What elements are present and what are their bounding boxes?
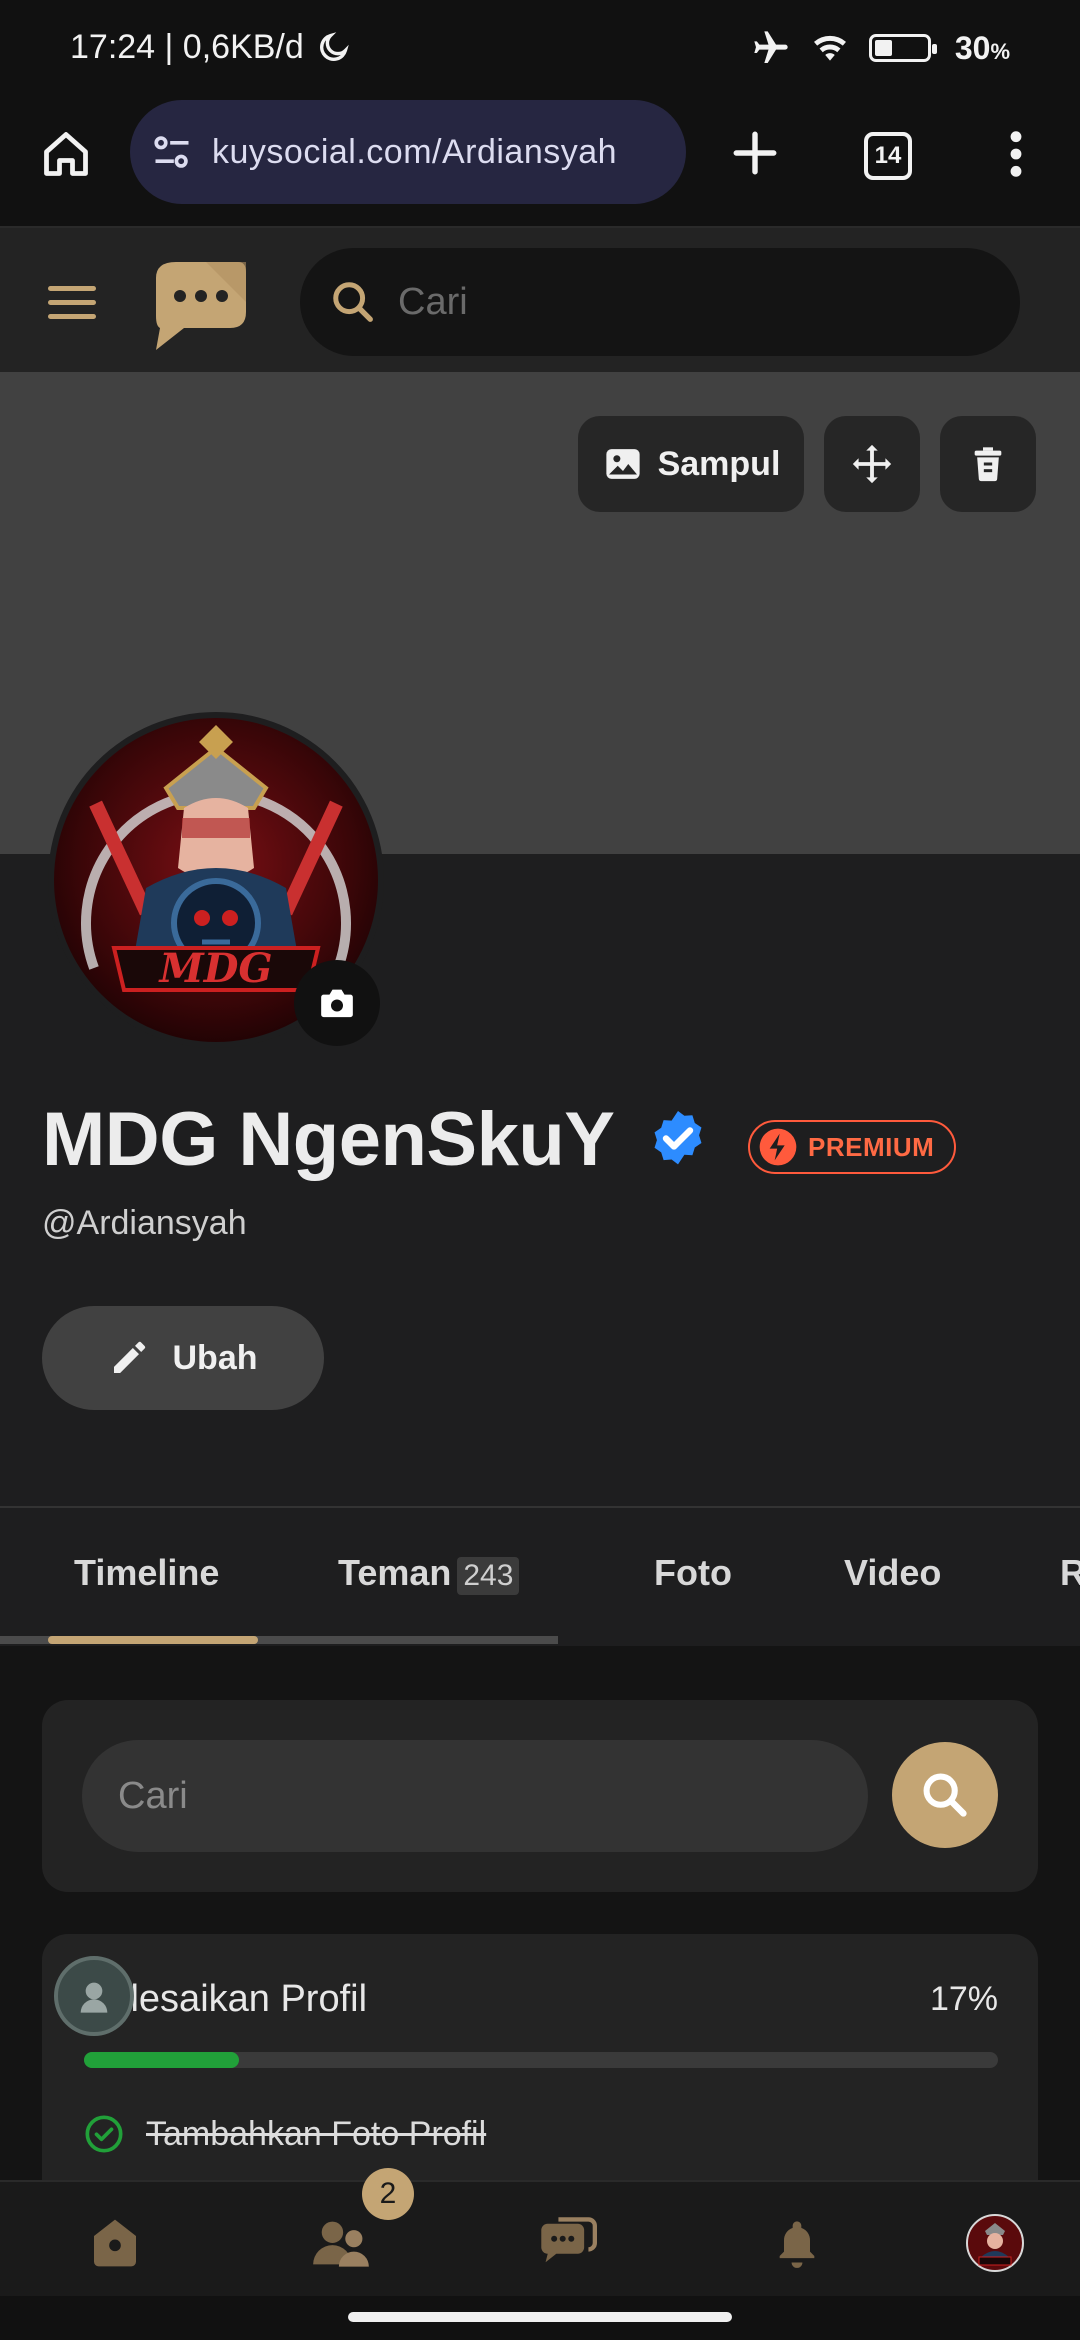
new-tab-icon[interactable] — [730, 128, 780, 178]
site-header: Cari — [0, 228, 1080, 372]
friends-notification-badge: 2 — [362, 2168, 414, 2220]
profile-name: MDG NgenSkuY — [42, 1096, 710, 1183]
friends-icon — [313, 2221, 369, 2267]
tab-timeline[interactable]: Timeline — [74, 1552, 219, 1594]
header-search[interactable]: Cari — [300, 248, 1020, 356]
search-icon — [923, 1773, 967, 1817]
move-icon — [852, 444, 892, 484]
status-icons: 30% — [751, 28, 1010, 68]
bottom-navigation — [0, 2180, 1080, 2296]
image-icon — [605, 449, 640, 479]
floating-chat-bubble[interactable] — [54, 1956, 134, 2036]
profile-tabs: Timeline Teman 243 Foto Video R — [0, 1506, 1080, 1646]
reposition-cover-button[interactable] — [824, 416, 920, 512]
home-icon[interactable] — [40, 128, 92, 180]
check-circle-icon — [85, 2115, 123, 2153]
tabs-button[interactable]: 14 — [864, 132, 912, 180]
airplane-icon — [754, 31, 788, 63]
change-avatar-button[interactable] — [294, 960, 380, 1046]
bell-icon — [779, 2221, 815, 2268]
profile-handle: @Ardiansyah — [42, 1204, 247, 1242]
tab-friends[interactable]: Teman 243 — [338, 1552, 520, 1595]
moon-icon — [320, 32, 350, 61]
status-bar: 17:24 | 0,6KB/d 30% — [0, 0, 1080, 100]
timeline-search-field[interactable]: Cari — [82, 1740, 868, 1852]
trash-icon — [974, 447, 1002, 482]
nav-notifications[interactable] — [762, 2208, 832, 2278]
camera-icon — [321, 989, 353, 1018]
messages-icon — [541, 2217, 597, 2263]
nav-profile[interactable] — [960, 2208, 1030, 2278]
url-bar[interactable]: kuysocial.com/Ardiansyah — [130, 100, 686, 204]
more-vert-icon[interactable] — [998, 128, 1034, 180]
tab-videos[interactable]: Video — [844, 1552, 941, 1594]
active-tab-indicator — [48, 1636, 258, 1644]
home-indicator[interactable] — [348, 2312, 732, 2322]
tab-photos[interactable]: Foto — [654, 1552, 732, 1594]
nav-home[interactable] — [80, 2208, 150, 2278]
menu-icon[interactable] — [48, 286, 96, 328]
bolt-icon — [759, 1128, 797, 1166]
nav-messages[interactable] — [532, 2208, 602, 2278]
timeline-search-button[interactable] — [892, 1742, 998, 1848]
delete-cover-button[interactable] — [940, 416, 1036, 512]
user-silhouette-icon — [80, 1982, 108, 2013]
search-icon — [333, 282, 373, 322]
change-cover-button[interactable]: Sampul — [578, 416, 804, 512]
task-add-profile-photo[interactable]: Tambahkan Foto Profil — [84, 2114, 486, 2154]
progress-fill — [84, 2052, 240, 2068]
timeline-search-input[interactable]: Cari — [118, 1775, 188, 1818]
friends-count: 243 — [457, 1557, 520, 1595]
url-text[interactable]: kuysocial.com/Ardiansyah — [212, 133, 617, 172]
status-time: 17:24 | 0,6KB/d — [70, 28, 351, 67]
profile-avatar-icon — [966, 2214, 1024, 2272]
browser-toolbar: kuysocial.com/Ardiansyah 14 — [0, 100, 1080, 228]
chat-logo-icon[interactable] — [146, 254, 246, 350]
tab-more[interactable]: R — [1060, 1552, 1080, 1594]
verified-badge-icon — [654, 1111, 702, 1165]
nav-friends[interactable] — [306, 2208, 376, 2278]
premium-badge: PREMIUM — [748, 1120, 957, 1174]
home-icon — [94, 2219, 136, 2267]
site-settings-icon[interactable] — [150, 130, 194, 174]
profile-completion-percent: 17% — [929, 1980, 998, 2018]
wifi-icon — [813, 35, 846, 61]
battery-icon — [868, 34, 937, 62]
edit-profile-button[interactable]: Ubah — [42, 1306, 324, 1410]
profile-completion-progress — [84, 2052, 998, 2068]
svg-text:MDG: MDG — [157, 945, 272, 992]
header-search-input[interactable]: Cari — [398, 281, 468, 324]
pencil-icon — [113, 1341, 145, 1373]
